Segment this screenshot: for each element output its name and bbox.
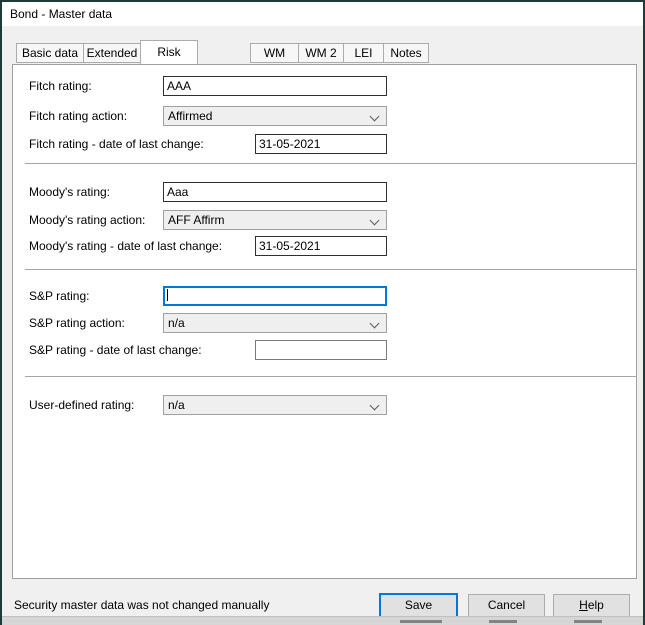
fitch-rating-date-label: Fitch rating - date of last change: [29,137,204,152]
cancel-button[interactable]: Cancel [468,594,545,617]
moodys-rating-action-value: AFF Affirm [168,213,224,227]
sp-rating-action-combobox[interactable]: n/a [163,313,387,333]
help-accelerator: H [579,598,588,612]
fitch-rating-action-label: Fitch rating action: [29,109,127,124]
text-caret [167,289,168,301]
sp-rating-label: S&P rating: [29,289,89,304]
moodys-rating-input[interactable] [163,182,387,202]
tab-lei[interactable]: LEI [343,43,384,63]
background-artifact [574,620,602,623]
background-window-edge [2,616,643,625]
tab-wm-2[interactable]: WM 2 [298,43,344,63]
help-label-rest: elp [588,598,604,612]
fitch-rating-date-input[interactable] [255,134,387,154]
fitch-rating-action-combobox[interactable]: Affirmed [163,106,387,126]
sp-rating-action-value: n/a [168,316,185,330]
background-artifact [400,620,442,623]
moodys-rating-action-combobox[interactable]: AFF Affirm [163,210,387,230]
chevron-down-icon [370,216,380,226]
sp-rating-date-label: S&P rating - date of last change: [29,343,202,358]
moodys-rating-date-input[interactable] [255,236,387,256]
status-message: Security master data was not changed man… [14,598,269,612]
chevron-down-icon [370,401,380,411]
tab-risk[interactable]: Risk [140,40,198,64]
chevron-down-icon [370,112,380,122]
tab-basic-data[interactable]: Basic data [16,43,84,63]
fitch-rating-label: Fitch rating: [29,79,92,94]
section-divider [25,269,636,270]
user-defined-rating-value: n/a [168,398,185,412]
window-title: Bond - Master data [10,7,112,21]
risk-tab-panel: Fitch rating: Fitch rating action: Affir… [12,64,637,579]
section-divider [25,163,636,164]
bond-master-data-dialog: Bond - Master data Basic data Extended R… [0,0,645,625]
moodys-rating-action-label: Moody's rating action: [29,213,145,228]
moodys-rating-label: Moody's rating: [29,185,110,200]
moodys-rating-date-label: Moody's rating - date of last change: [29,239,222,254]
help-button[interactable]: Help [553,594,630,617]
sp-rating-action-label: S&P rating action: [29,316,125,331]
sp-rating-input[interactable] [163,286,387,306]
tab-strip: Basic data Extended Risk WM WM 2 LEI Not… [2,40,643,64]
fitch-rating-action-value: Affirmed [168,109,212,123]
sp-rating-date-input[interactable] [255,340,387,360]
user-defined-rating-combobox[interactable]: n/a [163,395,387,415]
fitch-rating-input[interactable] [163,76,387,96]
tab-wm[interactable]: WM [250,43,299,63]
user-defined-rating-label: User-defined rating: [29,398,134,413]
save-button[interactable]: Save [379,593,458,618]
background-artifact [489,620,517,623]
section-divider [25,376,636,377]
chevron-down-icon [370,319,380,329]
tab-notes[interactable]: Notes [383,43,429,63]
tab-extended[interactable]: Extended [83,43,141,63]
title-bar: Bond - Master data [2,2,643,26]
